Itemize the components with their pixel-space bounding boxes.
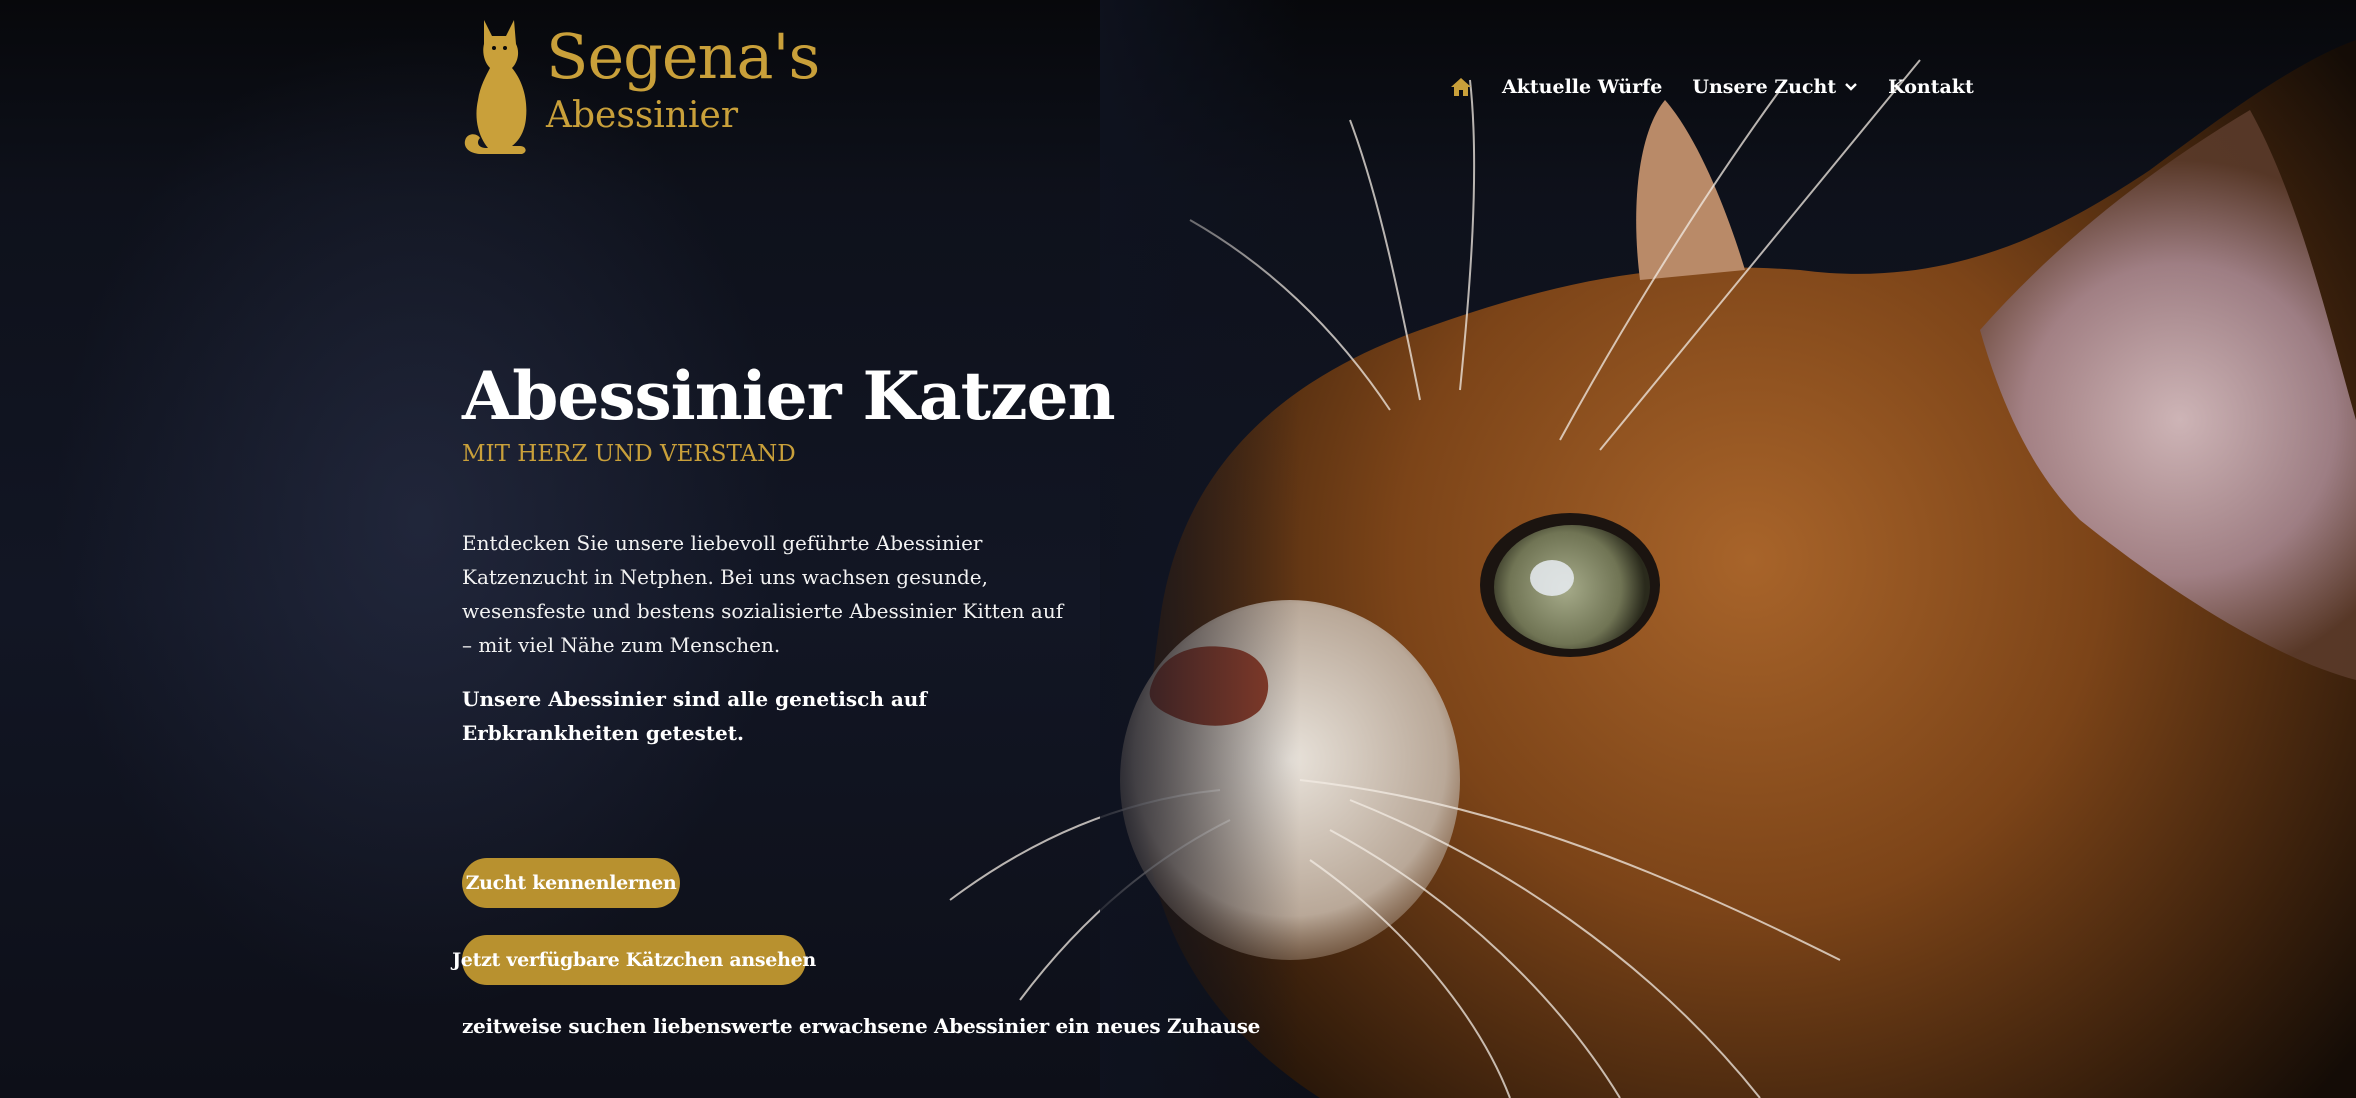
hero-genetic-test-note: Unsere Abessinier sind alle genetisch au… bbox=[462, 687, 927, 745]
nav-item-label: Unsere Zucht bbox=[1692, 76, 1837, 98]
hero-subtitle: MIT HERZ UND VERSTAND bbox=[462, 440, 796, 467]
nav-item-label: Kontakt bbox=[1888, 76, 1974, 98]
logo-subtitle: Abessinier bbox=[546, 95, 739, 136]
zucht-kennenlernen-button[interactable]: Zucht kennenlernen bbox=[462, 858, 680, 908]
nav-item-kontakt[interactable]: Kontakt bbox=[1888, 76, 1974, 98]
main-nav: Aktuelle Würfe Unsere Zucht Kontakt bbox=[1450, 70, 1974, 104]
site-logo[interactable]: Segena's Abessinier bbox=[462, 18, 820, 158]
home-icon[interactable] bbox=[1450, 76, 1472, 98]
chevron-down-icon bbox=[1845, 83, 1857, 91]
adult-cats-note: zeitweise suchen liebenswerte erwachsene… bbox=[462, 1014, 1261, 1038]
nav-item-unsere-zucht[interactable]: Unsere Zucht bbox=[1692, 76, 1858, 98]
site-header: Segena's Abessinier Aktuelle Würfe Unser… bbox=[0, 0, 2356, 170]
cat-logo-icon bbox=[464, 20, 527, 154]
hero-title: Abessinier Katzen bbox=[462, 357, 1116, 435]
hero-description: Entdecken Sie unsere liebevoll geführte … bbox=[462, 531, 1064, 657]
logo-name: Segena's bbox=[546, 20, 820, 93]
nav-item-aktuelle-wuerfe[interactable]: Aktuelle Würfe bbox=[1502, 76, 1662, 98]
nav-item-label: Aktuelle Würfe bbox=[1502, 76, 1663, 98]
hero-heading: Abessinier Katzen MIT HERZ UND VERSTAND bbox=[462, 360, 1162, 467]
available-kittens-button[interactable]: Jetzt verfügbare Kätzchen ansehen bbox=[452, 935, 816, 985]
